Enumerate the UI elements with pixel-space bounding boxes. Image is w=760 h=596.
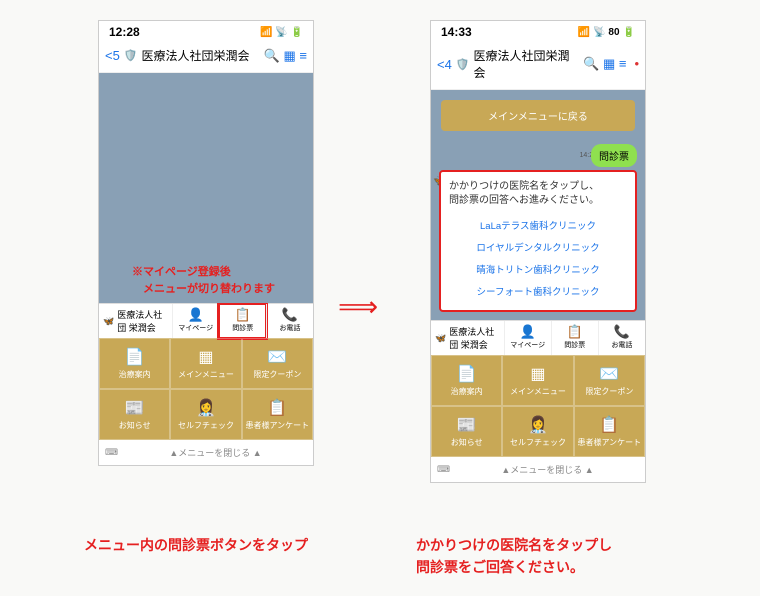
menu-item[interactable]: 📋患者様アンケート bbox=[242, 389, 313, 440]
keyboard-icon: ⌨ bbox=[105, 447, 118, 458]
tab-mypage[interactable]: 👤マイページ bbox=[172, 304, 219, 338]
menu-item[interactable]: 📋患者様アンケート bbox=[574, 406, 645, 457]
clinic-link[interactable]: ロイヤルデンタルクリニック bbox=[449, 236, 627, 258]
nav-actions[interactable]: 🔍 ▦ ≡ bbox=[264, 48, 307, 64]
arrow-icon: ⟹ bbox=[338, 290, 378, 323]
status-bar: 14:33 📶 📡 80🔋 bbox=[431, 21, 645, 43]
menu-item[interactable]: 📄治療案内 bbox=[431, 355, 502, 406]
butterfly-icon: 🦋 bbox=[103, 316, 114, 327]
phone-left: 12:28 📶 📡 🔋 <5 🛡️ 医療法人社団栄潤会 🔍 ▦ ≡ 🦋医療法人社… bbox=[98, 20, 314, 466]
status-bar: 12:28 📶 📡 🔋 bbox=[99, 21, 313, 43]
user-bubble: 問診票 bbox=[591, 144, 637, 167]
grid-icon: ▦ bbox=[503, 364, 572, 384]
phone-right: 14:33 📶 📡 80🔋 <4 🛡️ 医療法人社団栄潤会 🔍 ▦ ≡ • メイ… bbox=[430, 20, 646, 483]
tab-form[interactable]: 📋問診票 bbox=[219, 304, 266, 338]
form-icon: 📋 bbox=[220, 307, 266, 323]
menu-item[interactable]: ✉️限定クーポン bbox=[574, 355, 645, 406]
nav-bar: <5 🛡️ 医療法人社団栄潤会 🔍 ▦ ≡ bbox=[99, 43, 313, 73]
menu-item[interactable]: 📰お知らせ bbox=[431, 406, 502, 457]
coupon-icon: ✉️ bbox=[575, 364, 644, 384]
clinic-link[interactable]: LaLaテラス歯科クリニック bbox=[449, 214, 627, 236]
coupon-icon: ✉️ bbox=[243, 347, 312, 367]
shield-icon: 🛡️ bbox=[456, 58, 470, 71]
clinic-link[interactable]: シーフォート歯科クリニック bbox=[449, 280, 627, 302]
clinic-card: かかりつけの医院名をタップし、問診票の回答へお進みください。 LaLaテラス歯科… bbox=[439, 170, 637, 312]
nav-bar: <4 🛡️ 医療法人社団栄潤会 🔍 ▦ ≡ • bbox=[431, 43, 645, 90]
keyboard-icon: ⌨ bbox=[437, 464, 450, 475]
brand-tab: 🦋医療法人社団 栄潤会 bbox=[99, 304, 172, 338]
butterfly-icon: 🦋 bbox=[435, 333, 446, 344]
person-icon: 👤 bbox=[505, 324, 551, 340]
close-menu[interactable]: ⌨▲メニューを閉じる ▲ bbox=[99, 440, 313, 465]
card-instruction: かかりつけの医院名をタップし、問診票の回答へお進みください。 bbox=[449, 180, 627, 208]
check-icon: 👩‍⚕️ bbox=[171, 398, 240, 418]
shield-icon: 🛡️ bbox=[124, 49, 138, 62]
tab-row: 🦋医療法人社団 栄潤会 👤マイページ 📋問診票 📞お電話 bbox=[431, 320, 645, 355]
tab-mypage[interactable]: 👤マイページ bbox=[504, 321, 551, 355]
doc-icon: 📄 bbox=[432, 364, 501, 384]
status-icons: 📶 📡 80🔋 bbox=[578, 27, 635, 38]
doc-icon: 📄 bbox=[100, 347, 169, 367]
caption-left: メニュー内の問診票ボタンをタップ bbox=[84, 534, 308, 556]
back-button[interactable]: <4 bbox=[437, 57, 452, 72]
survey-icon: 📋 bbox=[575, 415, 644, 435]
menu-grid: 📄治療案内 ▦メインメニュー ✉️限定クーポン 📰お知らせ 👩‍⚕️セルフチェッ… bbox=[99, 338, 313, 440]
menu-item[interactable]: ▦メインメニュー bbox=[170, 338, 241, 389]
menu-grid: 📄治療案内 ▦メインメニュー ✉️限定クーポン 📰お知らせ 👩‍⚕️セルフチェッ… bbox=[431, 355, 645, 457]
nav-title: 医療法人社団栄潤会 bbox=[474, 47, 580, 81]
phone-icon: 📞 bbox=[267, 307, 313, 323]
menu-item[interactable]: ✉️限定クーポン bbox=[242, 338, 313, 389]
time: 12:28 bbox=[109, 25, 140, 39]
form-icon: 📋 bbox=[552, 324, 598, 340]
check-icon: 👩‍⚕️ bbox=[503, 415, 572, 435]
status-icons: 📶 📡 🔋 bbox=[260, 27, 303, 38]
brand-tab: 🦋医療法人社団 栄潤会 bbox=[431, 321, 504, 355]
tab-form[interactable]: 📋問診票 bbox=[551, 321, 598, 355]
tab-phone[interactable]: 📞お電話 bbox=[266, 304, 313, 338]
time: 14:33 bbox=[441, 25, 472, 39]
phone-icon: 📞 bbox=[599, 324, 645, 340]
news-icon: 📰 bbox=[432, 415, 501, 435]
tab-row: 🦋医療法人社団 栄潤会 👤マイページ 📋問診票 📞お電話 bbox=[99, 303, 313, 338]
menu-item[interactable]: 📰お知らせ bbox=[99, 389, 170, 440]
annotation-left: ※マイページ登録後 メニューが切り替わります bbox=[132, 264, 275, 297]
caption-right: かかりつけの医院名をタップし問診票をご回答ください。 bbox=[416, 534, 612, 579]
grid-icon: ▦ bbox=[171, 347, 240, 367]
nav-actions[interactable]: 🔍 ▦ ≡ • bbox=[583, 56, 639, 72]
menu-item[interactable]: 📄治療案内 bbox=[99, 338, 170, 389]
menu-item[interactable]: 👩‍⚕️セルフチェック bbox=[502, 406, 573, 457]
person-icon: 👤 bbox=[173, 307, 219, 323]
menu-item[interactable]: ▦メインメニュー bbox=[502, 355, 573, 406]
menu-item[interactable]: 👩‍⚕️セルフチェック bbox=[170, 389, 241, 440]
clinic-link[interactable]: 晴海トリトン歯科クリニック bbox=[449, 258, 627, 280]
tab-phone[interactable]: 📞お電話 bbox=[598, 321, 645, 355]
return-banner[interactable]: メインメニューに戻る bbox=[441, 100, 635, 131]
news-icon: 📰 bbox=[100, 398, 169, 418]
chat-area: メインメニューに戻る 14:20 問診票 🦋 かかりつけの医院名をタップし、問診… bbox=[431, 90, 645, 320]
nav-title: 医療法人社団栄潤会 bbox=[142, 47, 260, 64]
survey-icon: 📋 bbox=[243, 398, 312, 418]
close-menu[interactable]: ⌨▲メニューを閉じる ▲ bbox=[431, 457, 645, 482]
back-button[interactable]: <5 bbox=[105, 48, 120, 63]
